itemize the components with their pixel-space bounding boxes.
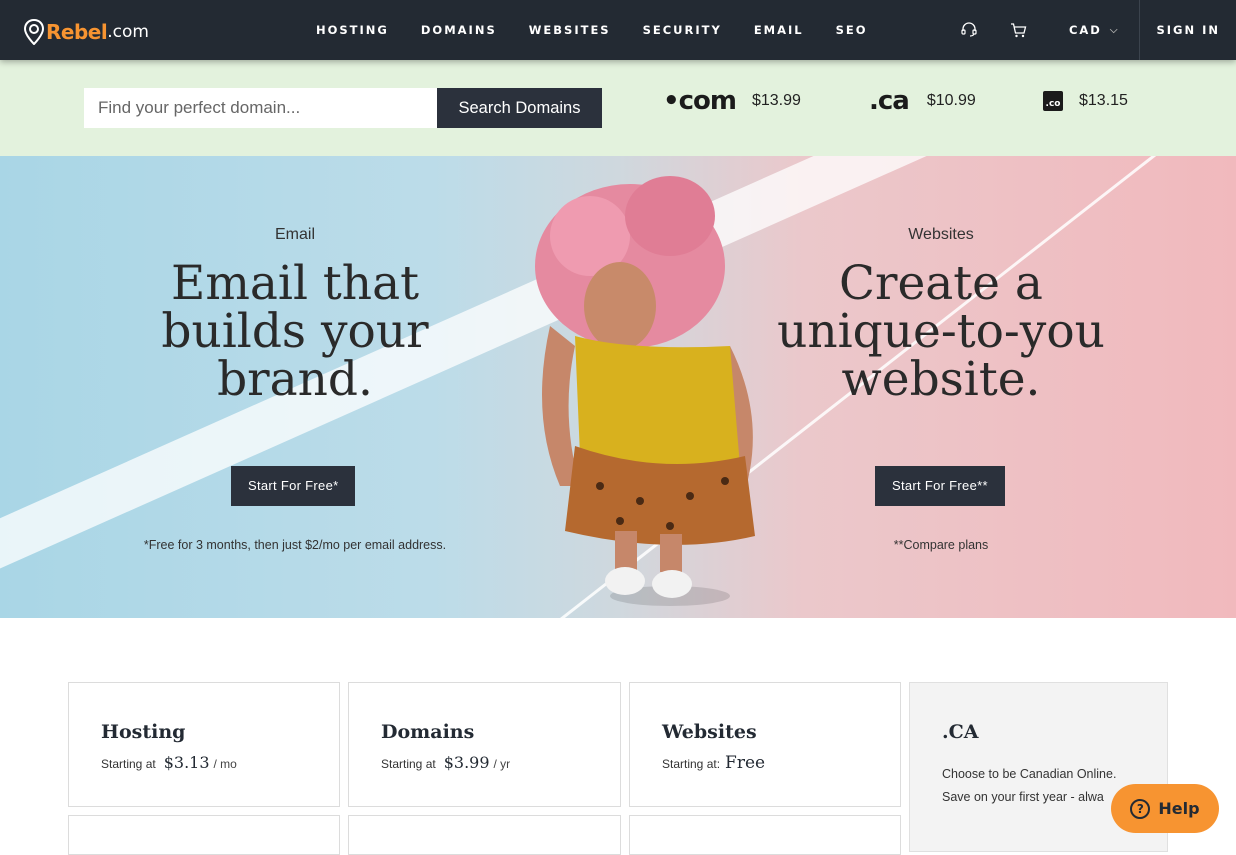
websites-card[interactable]: Websites Starting at: Free — [629, 682, 901, 807]
support-headset-icon[interactable] — [959, 20, 979, 40]
help-label: Help — [1158, 799, 1200, 818]
ca-price: $10.99 — [926, 92, 976, 109]
websites-headline: Create a unique-to-you website. — [777, 256, 1105, 407]
compare-plans-link[interactable]: **Compare plans — [701, 538, 1181, 552]
com-price: $13.99 — [751, 92, 801, 109]
nav-seo[interactable]: SEO — [836, 23, 868, 37]
hosting-price: Starting at $3.13 / mo — [101, 753, 237, 772]
websites-price-prefix: Starting at: — [662, 757, 721, 771]
nav-websites[interactable]: WEBSITES — [529, 23, 611, 37]
main-nav: HOSTING DOMAINS WEBSITES SECURITY EMAIL … — [316, 0, 900, 60]
ca-title: .CA — [942, 721, 979, 743]
domains-card[interactable]: Domains Starting at $3.99 / yr — [348, 682, 621, 807]
co-price: $13.15 — [1079, 92, 1128, 109]
logo-suffix: .com — [107, 22, 149, 42]
currency-label: CAD — [1068, 23, 1102, 37]
location-pin-icon — [23, 18, 45, 46]
co-logo: .co — [1043, 91, 1063, 111]
card-row2-3[interactable] — [629, 815, 901, 855]
domain-search-input[interactable] — [84, 88, 437, 128]
tld-com[interactable]: •com $13.99 — [663, 86, 801, 116]
chevron-down-icon: ⌵ — [1109, 24, 1120, 36]
email-eyebrow: Email — [274, 226, 315, 243]
hosting-price-unit: / mo — [213, 757, 237, 771]
domain-search-strip: Search Domains •com $13.99 .ca $10.99 .c… — [0, 60, 1236, 156]
hosting-price-prefix: Starting at — [101, 757, 156, 771]
help-button[interactable]: ? Help — [1111, 784, 1219, 833]
logo-wordmark: Rebel — [46, 20, 108, 44]
hosting-card[interactable]: Hosting Starting at $3.13 / mo — [68, 682, 340, 807]
domains-price-value: $3.99 — [443, 753, 490, 772]
email-start-free-button[interactable]: Start For Free* — [231, 466, 356, 506]
websites-eyebrow: Websites — [908, 226, 974, 243]
question-mark-icon: ? — [1130, 798, 1151, 819]
websites-start-free-button[interactable]: Start For Free** — [875, 466, 1005, 506]
email-headline: Email that builds your brand. — [161, 256, 429, 407]
websites-price: Starting at: Free — [662, 753, 765, 773]
domains-price-prefix: Starting at — [381, 757, 436, 771]
nav-domains[interactable]: DOMAINS — [421, 23, 497, 37]
hero-banner: Email Email that builds your brand. Star… — [0, 156, 1236, 618]
nav-hosting[interactable]: HOSTING — [316, 23, 389, 37]
com-logo: •com — [663, 86, 737, 116]
email-footnote: *Free for 3 months, then just $2/mo per … — [143, 538, 447, 552]
tld-co[interactable]: .co $13.15 — [1043, 90, 1128, 112]
domains-price-unit: / yr — [493, 757, 511, 771]
nav-email[interactable]: EMAIL — [754, 23, 804, 37]
cart-icon[interactable] — [1009, 20, 1029, 40]
ca-logo: .ca — [869, 86, 910, 116]
tld-ca[interactable]: .ca $10.99 — [869, 86, 976, 116]
rebel-logo[interactable]: Rebel .com — [23, 18, 149, 46]
domains-title: Domains — [381, 721, 475, 743]
search-domains-button[interactable]: Search Domains — [437, 88, 602, 128]
card-row2-1[interactable] — [68, 815, 340, 855]
hosting-price-value: $3.13 — [163, 753, 210, 772]
sign-in-link[interactable]: SIGN IN — [1139, 0, 1236, 60]
nav-utilities: CAD ⌵ SIGN IN — [959, 0, 1236, 60]
nav-security[interactable]: SECURITY — [643, 23, 722, 37]
card-row2-2[interactable] — [348, 815, 621, 855]
domains-price: Starting at $3.99 / yr — [381, 753, 510, 772]
websites-price-value: Free — [725, 753, 766, 773]
currency-selector[interactable]: CAD ⌵ — [1069, 23, 1119, 37]
hosting-title: Hosting — [101, 721, 186, 743]
websites-title: Websites — [662, 721, 757, 743]
top-navbar: Rebel .com HOSTING DOMAINS WEBSITES SECU… — [0, 0, 1236, 60]
